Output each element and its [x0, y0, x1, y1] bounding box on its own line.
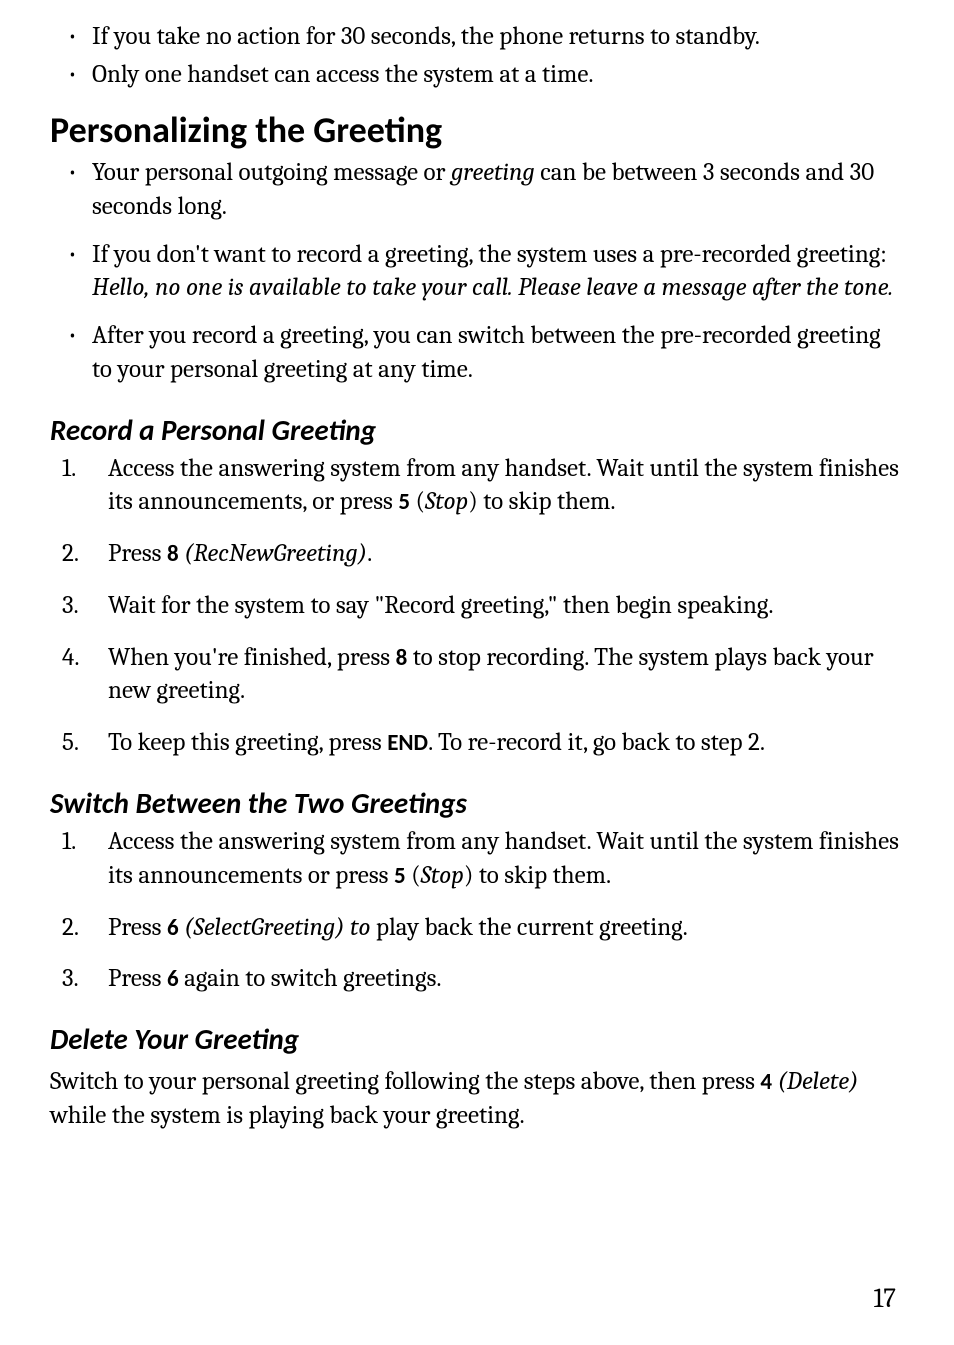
text-italic: Stop [425, 487, 468, 516]
text: If you take no action for 30 seconds, th… [92, 22, 760, 51]
list-item: If you take no action for 30 seconds, th… [68, 20, 904, 54]
text-italic: Hello, no one is available to take your … [92, 273, 893, 302]
heading-personalizing: Personalizing the Greeting [50, 106, 904, 155]
list-item: Only one handset can access the system a… [68, 58, 904, 92]
text: ( [410, 487, 425, 516]
switch-steps-list: Access the answering system from any han… [50, 825, 904, 996]
text: To keep this greeting, press [108, 728, 387, 757]
text: Press [108, 539, 167, 568]
text: Press [108, 913, 167, 942]
heading-record: Record a Personal Greeting [50, 411, 904, 450]
list-item: Wait for the system to say "Record greet… [50, 589, 904, 623]
text: When you're finished, press [108, 643, 396, 672]
text: while the system is playing back your gr… [50, 1101, 525, 1130]
text: ) to skip them. [468, 487, 615, 516]
list-item: Press 8 (RecNewGreeting). [50, 537, 904, 571]
key-label: 6 [167, 965, 179, 993]
greeting-notes-list: Your personal outgoing message or greeti… [68, 156, 904, 387]
text: Wait for the system to say "Record greet… [108, 591, 774, 620]
delete-paragraph: Switch to your personal greeting followi… [50, 1065, 904, 1133]
list-item: Your personal outgoing message or greeti… [68, 156, 904, 224]
text: Only one handset can access the system a… [92, 60, 594, 89]
list-item: Access the answering system from any han… [50, 825, 904, 893]
key-label: 6 [167, 914, 179, 942]
text: Press [108, 964, 167, 993]
key-label: 8 [167, 540, 179, 568]
top-notes-list: If you take no action for 30 seconds, th… [68, 20, 904, 92]
text: play back the current greeting. [370, 913, 687, 942]
list-item: Press 6 (SelectGreeting) to play back th… [50, 911, 904, 945]
text: Switch to your personal greeting followi… [50, 1067, 760, 1096]
text-italic: Stop [421, 861, 464, 890]
text: ( [406, 861, 421, 890]
text: again to switch greetings. [179, 964, 442, 993]
list-item: When you're finished, press 8 to stop re… [50, 641, 904, 709]
heading-delete: Delete Your Greeting [50, 1020, 904, 1059]
heading-switch: Switch Between the Two Greetings [50, 784, 904, 823]
record-steps-list: Access the answering system from any han… [50, 452, 904, 760]
list-item: To keep this greeting, press END. To re-… [50, 726, 904, 760]
text: ) to skip them. [464, 861, 611, 890]
key-label: 8 [396, 644, 408, 672]
page-number: 17 [874, 1281, 896, 1317]
text-italic: (RecNewGreeting) [184, 539, 367, 568]
key-label: 4 [760, 1068, 772, 1096]
text: . [367, 539, 372, 568]
text: Your personal outgoing message or [92, 158, 451, 187]
text-italic: greeting [451, 158, 535, 187]
list-item: After you record a greeting, you can swi… [68, 319, 904, 387]
text: If you don't want to record a greeting, … [92, 240, 887, 269]
list-item: If you don't want to record a greeting, … [68, 238, 904, 306]
list-item: Access the answering system from any han… [50, 452, 904, 520]
list-item: Press 6 again to switch greetings. [50, 962, 904, 996]
key-label: 5 [398, 488, 410, 516]
text-italic: (Delete) [778, 1067, 859, 1096]
key-label: 5 [394, 862, 406, 890]
text: . To re-record it, go back to step 2. [428, 728, 765, 757]
text-italic: (SelectGreeting) to [184, 913, 370, 942]
text: After you record a greeting, you can swi… [92, 321, 881, 384]
key-label: END [387, 729, 428, 757]
